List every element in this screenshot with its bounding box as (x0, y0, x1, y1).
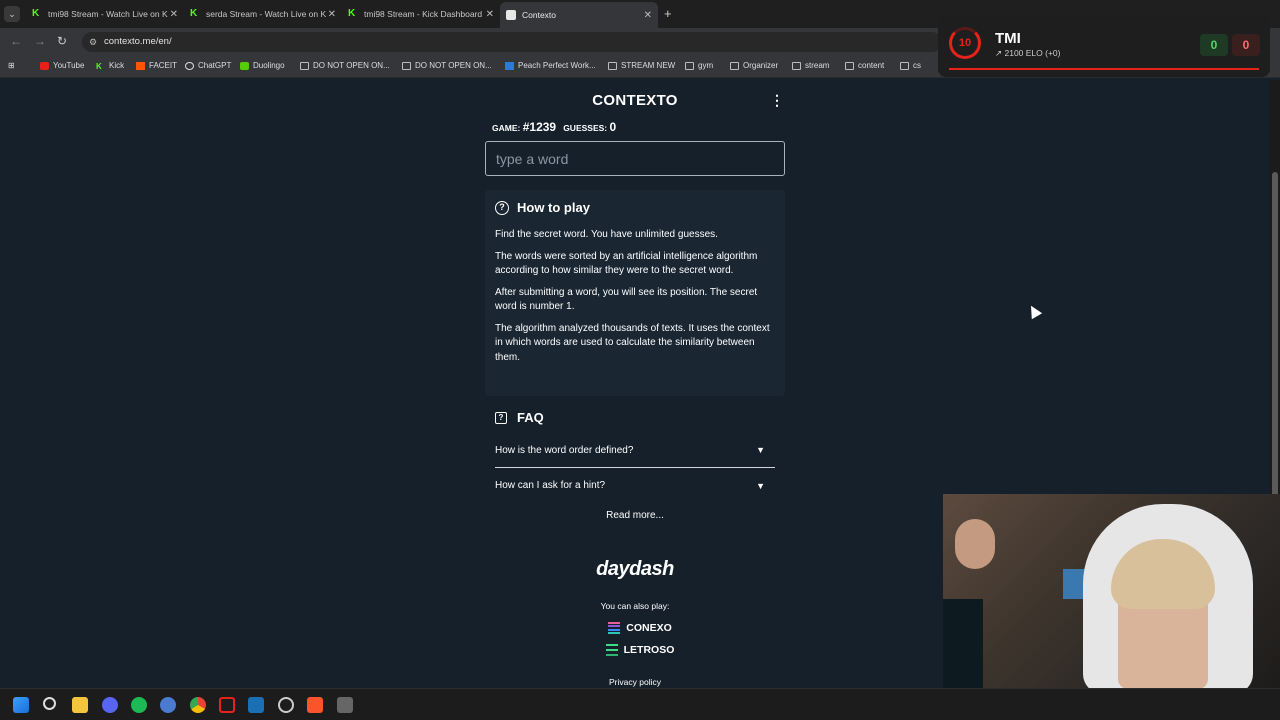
kick-icon: K (32, 8, 40, 19)
faq-item[interactable]: How can I ask for a hint? ▼ (495, 468, 775, 503)
faceit-elo-bar (949, 68, 1259, 70)
file-explorer-icon[interactable] (72, 697, 88, 713)
bookmark-folder[interactable]: gym (685, 61, 713, 70)
folder-icon (402, 61, 411, 70)
faceit-overlay: 10 TMI ↗ 2100 ELO (+0) 0 0 (938, 15, 1270, 77)
bookmark-folder[interactable]: stream (792, 61, 829, 70)
bookmark-folder[interactable]: Organizer (730, 61, 778, 70)
faceit-icon (136, 61, 145, 70)
duolingo-icon (240, 61, 249, 70)
faceit-losses: 0 (1232, 34, 1260, 56)
new-tab-button[interactable]: + (664, 6, 672, 21)
howto-paragraph: The words were sorted by an artificial i… (495, 250, 758, 277)
webcam-person-background (955, 519, 995, 569)
bookmark-folder[interactable]: DO NOT OPEN ON... (300, 61, 390, 70)
daydash-logo[interactable]: daydash (560, 558, 710, 581)
letroso-link[interactable]: LETROSO (600, 644, 680, 656)
letroso-icon (605, 644, 618, 656)
apps-icon[interactable]: ⊞ (8, 61, 15, 70)
bookmark-chatgpt[interactable]: ChatGPT (185, 61, 231, 70)
shield-icon[interactable] (219, 697, 235, 713)
bookmark-folder[interactable]: content (845, 61, 884, 70)
also-play-label: You can also play: (600, 601, 670, 611)
bookmark-faceit[interactable]: FACEIT (136, 61, 177, 70)
page-title: CONTEXTO (592, 92, 678, 109)
folder-icon (900, 61, 909, 70)
howto-paragraph: Find the secret word. You have unlimited… (495, 229, 718, 240)
game-number: #1239 (522, 120, 557, 134)
read-more-link[interactable]: Read more... (560, 510, 710, 521)
chrome-icon[interactable] (190, 697, 206, 713)
howto-paragraph: The algorithm analyzed thousands of text… (495, 322, 770, 363)
guesses-count: 0 (609, 120, 617, 134)
folder-icon (845, 61, 854, 70)
kick-icon: K (348, 8, 356, 19)
site-info-icon[interactable]: ⚙ (89, 32, 97, 52)
chevron-down-icon: ▼ (756, 445, 765, 455)
windows-start-icon[interactable] (13, 697, 29, 713)
faq-icon: ? (495, 411, 507, 424)
spotify-icon[interactable] (131, 697, 147, 713)
folder-icon (792, 61, 801, 70)
privacy-policy-link[interactable]: Privacy policy (560, 677, 710, 687)
game-info: GAME: #1239 GUESSES: 0 (492, 120, 617, 134)
conexo-icon (608, 622, 621, 634)
brave-icon[interactable] (307, 697, 323, 713)
bookmark-folder[interactable]: cs (900, 61, 921, 70)
bookmark-folder[interactable]: DO NOT OPEN ON... (402, 61, 492, 70)
bookmark-peach[interactable]: Peach Perfect Work... (505, 61, 596, 70)
faq-section: ? FAQ How is the word order defined? ▼ H… (495, 410, 775, 503)
folder-icon (608, 61, 617, 70)
youtube-icon (40, 61, 49, 70)
chatgpt-icon (185, 61, 194, 70)
steam-icon[interactable] (248, 697, 264, 713)
forward-icon[interactable]: → (34, 34, 46, 48)
search-icon[interactable] (43, 697, 56, 710)
close-icon[interactable]: ✕ (170, 9, 178, 20)
faceit-wins: 0 (1200, 34, 1228, 56)
folder-icon (300, 61, 309, 70)
app-icon[interactable] (337, 697, 353, 713)
address-bar[interactable]: ⚙ contexto.me/en/ (82, 32, 942, 52)
back-icon[interactable]: ← (10, 34, 22, 48)
close-icon[interactable]: ✕ (644, 10, 652, 21)
tab-serda-stream[interactable]: K serda Stream - Watch Live on K ✕ (184, 4, 342, 24)
folder-icon (730, 61, 739, 70)
faq-heading: ? FAQ (495, 410, 775, 425)
close-icon[interactable]: ✕ (486, 9, 494, 20)
help-icon: ? (495, 200, 509, 215)
chevron-down-icon: ▼ (756, 480, 765, 491)
webcam-feed (943, 494, 1280, 688)
tab-kick-dashboard[interactable]: K tmi98 Stream - Kick Dashboard ✕ (342, 4, 500, 24)
webcam-monitor (943, 599, 983, 688)
peach-icon (505, 61, 514, 70)
word-input[interactable] (485, 141, 785, 176)
howto-paragraph: After submitting a word, you will see it… (495, 286, 758, 313)
conexo-link[interactable]: CONEXO (600, 622, 680, 634)
bookmark-folder[interactable]: STREAM NEW (608, 61, 675, 70)
tab-tmi98-stream[interactable]: K tmi98 Stream - Watch Live on K ✕ (26, 4, 184, 24)
tab-search-button[interactable]: ⌄ (4, 6, 20, 22)
contexto-icon (506, 10, 516, 20)
windows-taskbar (0, 688, 1280, 720)
bookmark-youtube[interactable]: YouTube (40, 61, 84, 70)
kick-icon: K (190, 8, 198, 19)
more-menu-icon[interactable]: ⋮ (770, 92, 784, 109)
reload-icon[interactable]: ↻ (57, 34, 67, 48)
close-icon[interactable]: ✕ (328, 9, 336, 20)
app-icon[interactable] (160, 697, 176, 713)
kick-icon: K (96, 61, 102, 71)
tab-contexto[interactable]: Contexto ✕ (500, 2, 658, 28)
app-icon[interactable] (278, 697, 294, 713)
bookmark-kick[interactable]: K Kick (96, 61, 124, 71)
faceit-elo: ↗ 2100 ELO (+0) (995, 48, 1061, 58)
faceit-level-badge: 10 (949, 27, 981, 59)
faq-item[interactable]: How is the word order defined? ▼ (495, 433, 775, 468)
folder-icon (685, 61, 694, 70)
bookmark-duolingo[interactable]: Duolingo (240, 61, 285, 70)
discord-icon[interactable] (102, 697, 118, 713)
how-to-play-heading: ? How to play (495, 200, 775, 215)
how-to-play-panel: ? How to play Find the secret word. You … (485, 190, 785, 396)
faceit-player-name: TMI (995, 30, 1021, 47)
